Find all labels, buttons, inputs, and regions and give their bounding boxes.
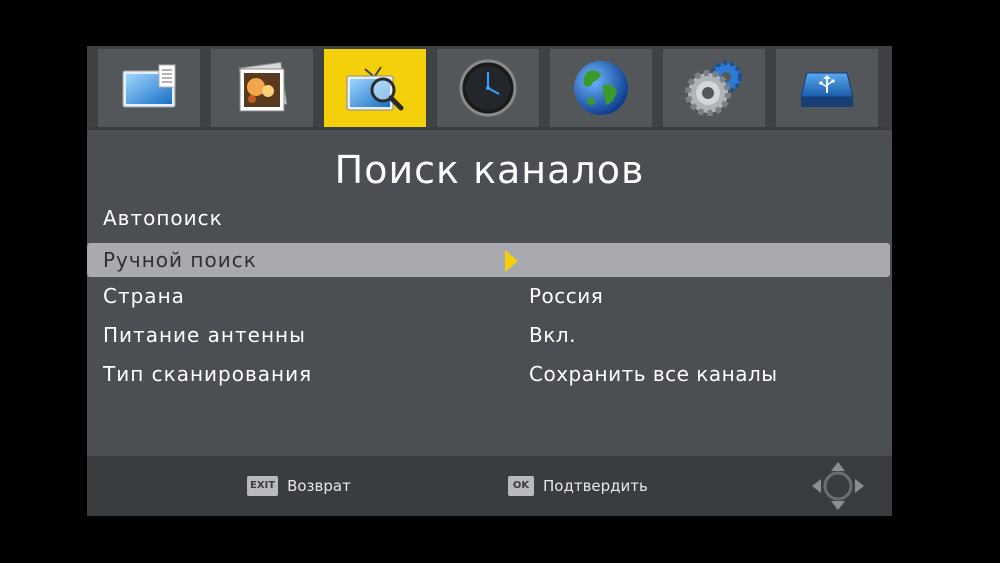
scan-type-value: Сохранить все каналы [529, 362, 778, 386]
menu-item-antenna-power[interactable]: Питание антенны Вкл. [87, 318, 892, 352]
ok-hint[interactable]: OK Подтвердить [508, 476, 648, 496]
exit-hint[interactable]: EXIT Возврат [247, 476, 351, 496]
tab-channel-search[interactable] [324, 49, 426, 127]
antenna-power-value: Вкл. [529, 323, 576, 347]
tab-picture[interactable] [98, 49, 200, 127]
tab-settings[interactable] [663, 49, 765, 127]
navigation-dpad-icon [812, 462, 864, 510]
ok-hint-label: Подтвердить [543, 477, 648, 495]
submenu-arrow-icon [505, 250, 518, 272]
photo-icon [238, 61, 288, 112]
channel-search-icon [346, 66, 404, 111]
exit-key-badge: EXIT [247, 476, 279, 496]
tab-usb[interactable] [776, 49, 878, 127]
page-title: Поиск каналов [334, 148, 645, 192]
menu-item-auto-search[interactable]: Автопоиск [87, 201, 892, 235]
ok-key-badge: OK [508, 476, 534, 496]
country-value: Россия [529, 284, 604, 308]
clock-icon [459, 59, 517, 117]
menu-item-manual-search[interactable]: Ручной поиск [87, 243, 890, 277]
menu-tab-bar [87, 46, 892, 127]
tab-photo[interactable] [211, 49, 313, 127]
menu-item-label: Автопоиск [103, 206, 223, 230]
usb-drive-icon [800, 72, 854, 107]
footer-hints: EXIT Возврат OK Подтвердить [87, 456, 892, 516]
tv-picture-icon [122, 64, 176, 108]
menu-item-country[interactable]: Страна Россия [87, 279, 892, 313]
tv-menu-screen: Поиск каналов Автопоиск Ручной поиск Стр… [87, 46, 892, 516]
menu-item-label: Питание антенны [103, 323, 306, 347]
menu-item-label: Страна [103, 284, 185, 308]
exit-hint-label: Возврат [287, 477, 351, 495]
menu-item-label: Ручной поиск [103, 248, 257, 272]
menu-item-scan-type[interactable]: Тип сканирования Сохранить все каналы [87, 357, 892, 391]
menu-item-label: Тип сканирования [103, 362, 313, 386]
settings-gears-icon [685, 61, 742, 116]
tab-globe[interactable] [550, 49, 652, 127]
tab-clock[interactable] [437, 49, 539, 127]
globe-icon [574, 61, 628, 115]
channel-search-panel: Поиск каналов Автопоиск Ручной поиск Стр… [87, 130, 892, 456]
